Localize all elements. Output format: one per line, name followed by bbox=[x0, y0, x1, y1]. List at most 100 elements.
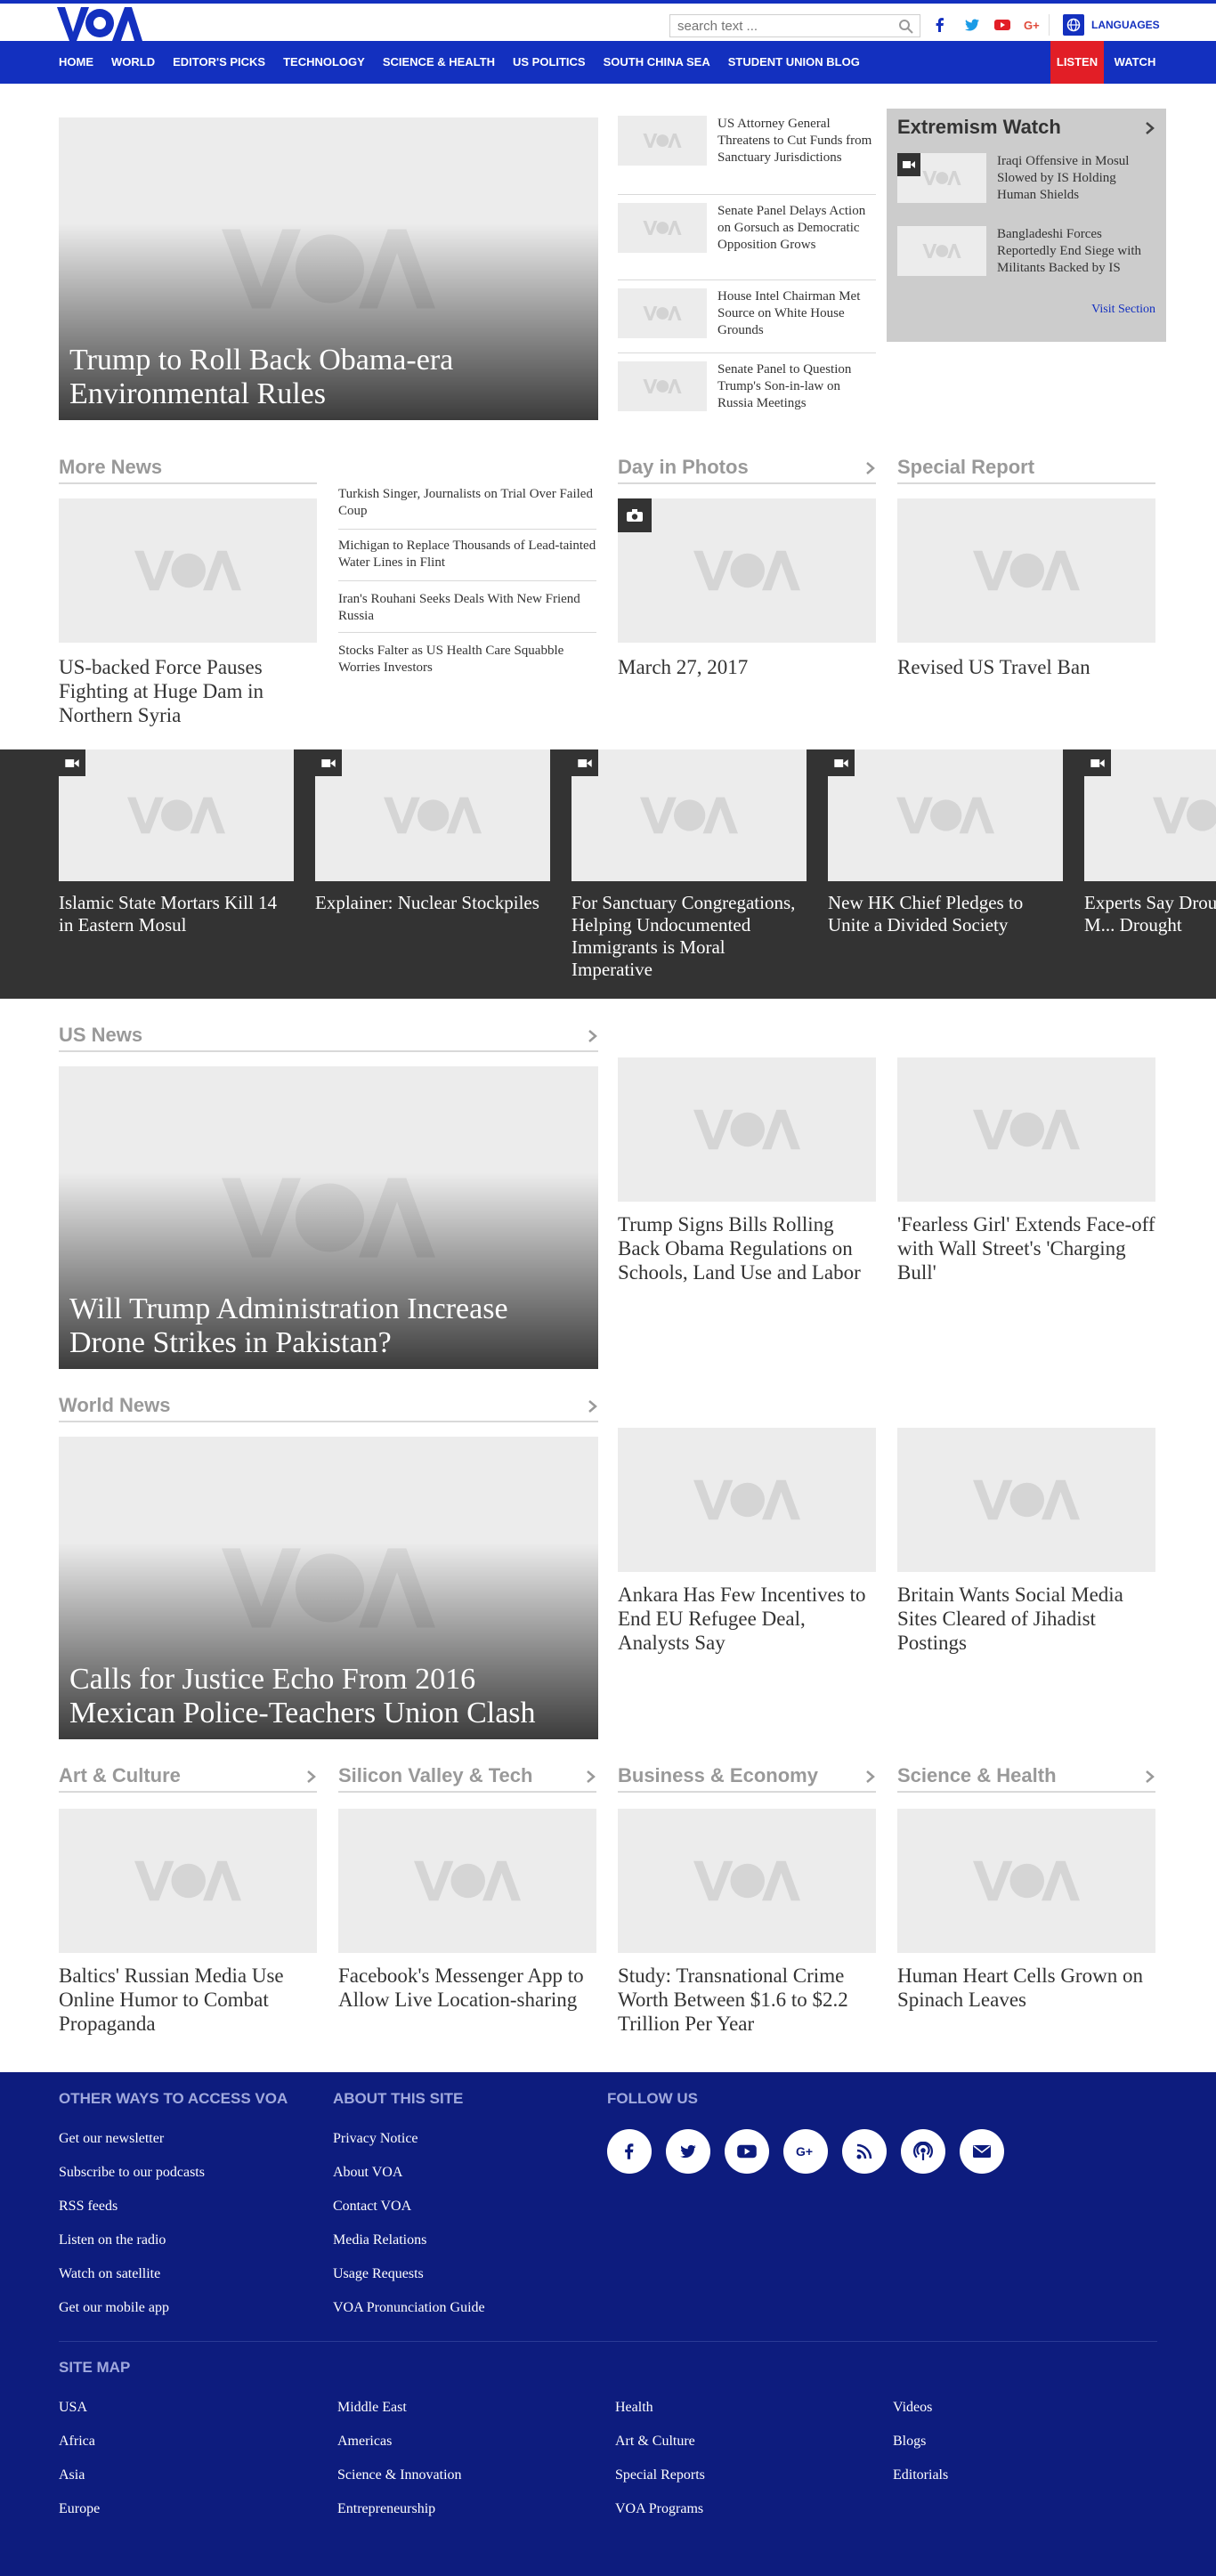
category-headline[interactable]: Study: Transnational Crime Worth Between… bbox=[618, 1964, 876, 2036]
section-title[interactable]: Art & Culture bbox=[59, 1764, 181, 1786]
chevron-right-icon[interactable] bbox=[1145, 121, 1155, 135]
video-headline[interactable]: Experts Say Drought May Be M... Drought bbox=[1084, 892, 1216, 936]
footer-link[interactable]: Get our mobile app bbox=[59, 2300, 169, 2316]
video-card[interactable]: For Sanctuary Congregations, Helping Und… bbox=[572, 749, 807, 981]
hero-story[interactable]: Trump to Roll Back Obama-era Environment… bbox=[59, 117, 598, 420]
footer-link[interactable]: Watch on satellite bbox=[59, 2266, 160, 2282]
visit-section-link[interactable]: Visit Section bbox=[1091, 303, 1155, 317]
sitemap-link[interactable]: Blogs bbox=[893, 2434, 926, 2450]
twitter-icon[interactable] bbox=[666, 2129, 710, 2174]
sitemap-link[interactable]: Europe bbox=[59, 2501, 100, 2517]
facebook-icon[interactable] bbox=[607, 2129, 652, 2174]
day-in-photos-image[interactable] bbox=[618, 498, 876, 643]
podcast-icon[interactable] bbox=[901, 2129, 945, 2174]
chevron-right-icon[interactable] bbox=[865, 1770, 876, 1784]
nav-item-editors-picks[interactable]: EDITOR'S PICKS bbox=[164, 41, 274, 84]
google-plus-icon[interactable]: G+ bbox=[1024, 16, 1042, 34]
sitemap-link[interactable]: Health bbox=[615, 2400, 653, 2416]
hero-title[interactable]: Calls for Justice Echo From 2016 Mexican… bbox=[69, 1663, 588, 1730]
sitemap-link[interactable]: Science & Innovation bbox=[337, 2467, 462, 2483]
category-image[interactable] bbox=[897, 1809, 1155, 1953]
footer-link[interactable]: Media Relations bbox=[333, 2232, 426, 2248]
story-headline[interactable]: US Attorney General Threatens to Cut Fun… bbox=[717, 116, 874, 166]
more-news-link[interactable]: Stocks Falter as US Health Care Squabble… bbox=[338, 643, 596, 676]
story-headline[interactable]: Senate Panel Delays Action on Gorsuch as… bbox=[717, 203, 874, 254]
extremism-story[interactable]: Bangladeshi Forces Reportedly End Siege … bbox=[897, 226, 1161, 279]
youtube-icon[interactable] bbox=[993, 16, 1011, 34]
sitemap-link[interactable]: Africa bbox=[59, 2434, 95, 2450]
languages-button[interactable]: LANGUAGES bbox=[1063, 12, 1160, 37]
youtube-icon[interactable] bbox=[725, 2129, 769, 2174]
category-image[interactable] bbox=[338, 1809, 596, 1953]
chevron-right-icon[interactable] bbox=[588, 1029, 598, 1043]
category-image[interactable] bbox=[618, 1809, 876, 1953]
sitemap-link[interactable]: VOA Programs bbox=[615, 2501, 703, 2517]
section-title[interactable]: Day in Photos bbox=[618, 456, 749, 478]
world-news-hero[interactable]: Calls for Justice Echo From 2016 Mexican… bbox=[59, 1437, 598, 1739]
special-report-caption[interactable]: Revised US Travel Ban bbox=[897, 655, 1155, 679]
footer-link[interactable]: About VOA bbox=[333, 2165, 402, 2181]
section-title[interactable]: Silicon Valley & Tech bbox=[338, 1764, 532, 1786]
sitemap-link[interactable]: USA bbox=[59, 2400, 87, 2416]
us-news-hero[interactable]: Will Trump Administration Increase Drone… bbox=[59, 1066, 598, 1369]
video-headline[interactable]: Explainer: Nuclear Stockpiles bbox=[315, 892, 550, 914]
chevron-right-icon[interactable] bbox=[586, 1770, 596, 1784]
day-in-photos-caption[interactable]: March 27, 2017 bbox=[618, 655, 876, 679]
world-news-card-headline[interactable]: Ankara Has Few Incentives to End EU Refu… bbox=[618, 1583, 876, 1655]
side-story[interactable]: Senate Panel Delays Action on Gorsuch as… bbox=[618, 203, 876, 271]
sitemap-link[interactable]: Middle East bbox=[337, 2400, 407, 2416]
section-title[interactable]: Science & Health bbox=[897, 1764, 1057, 1786]
footer-link[interactable]: Contact VOA bbox=[333, 2199, 411, 2215]
video-card[interactable]: Islamic State Mortars Kill 14 in Eastern… bbox=[59, 749, 294, 936]
nav-item-south-china-sea[interactable]: SOUTH CHINA SEA bbox=[595, 41, 719, 84]
video-card[interactable]: New HK Chief Pledges to Unite a Divided … bbox=[828, 749, 1063, 936]
twitter-icon[interactable] bbox=[963, 16, 981, 34]
video-card[interactable]: Experts Say Drought May Be M... Drought bbox=[1084, 749, 1216, 936]
more-news-link[interactable]: Turkish Singer, Journalists on Trial Ove… bbox=[338, 486, 596, 520]
extremism-story[interactable]: Iraqi Offensive in Mosul Slowed by IS Ho… bbox=[897, 153, 1161, 207]
story-headline[interactable]: Bangladeshi Forces Reportedly End Siege … bbox=[997, 226, 1154, 277]
side-story[interactable]: Senate Panel to Question Trump's Son-in-… bbox=[618, 361, 876, 429]
sitemap-link[interactable]: Art & Culture bbox=[615, 2434, 695, 2450]
video-headline[interactable]: For Sanctuary Congregations, Helping Und… bbox=[572, 892, 807, 981]
email-icon[interactable] bbox=[960, 2129, 1004, 2174]
chevron-right-icon[interactable] bbox=[588, 1399, 598, 1414]
nav-item-home[interactable]: HOME bbox=[50, 41, 102, 84]
section-title[interactable]: World News bbox=[59, 1394, 171, 1416]
section-title[interactable]: US News bbox=[59, 1024, 142, 1046]
more-news-image[interactable] bbox=[59, 498, 317, 643]
sitemap-link[interactable]: Entrepreneurship bbox=[337, 2501, 435, 2517]
section-title[interactable]: Special Report bbox=[897, 456, 1034, 478]
sitemap-link[interactable]: Editorials bbox=[893, 2467, 948, 2483]
hero-title[interactable]: Will Trump Administration Increase Drone… bbox=[69, 1292, 588, 1360]
chevron-right-icon[interactable] bbox=[306, 1770, 317, 1784]
category-image[interactable] bbox=[59, 1809, 317, 1953]
rss-icon[interactable] bbox=[842, 2129, 887, 2174]
extremism-watch-title[interactable]: Extremism Watch bbox=[897, 116, 1061, 139]
voa-logo[interactable] bbox=[53, 5, 142, 43]
us-news-card-image[interactable] bbox=[618, 1057, 876, 1202]
nav-item-student-union-blog[interactable]: STUDENT UNION BLOG bbox=[719, 41, 869, 84]
sitemap-link[interactable]: Americas bbox=[337, 2434, 392, 2450]
more-news-link[interactable]: Iran's Rouhani Seeks Deals With New Frie… bbox=[338, 591, 596, 625]
nav-item-us-politics[interactable]: US POLITICS bbox=[504, 41, 595, 84]
story-headline[interactable]: House Intel Chairman Met Source on White… bbox=[717, 288, 874, 339]
more-news-link[interactable]: Michigan to Replace Thousands of Lead-ta… bbox=[338, 538, 596, 571]
listen-button[interactable]: LISTEN bbox=[1050, 41, 1104, 84]
footer-link[interactable]: Privacy Notice bbox=[333, 2131, 418, 2147]
nav-item-technology[interactable]: TECHNOLOGY bbox=[274, 41, 374, 84]
chevron-right-icon[interactable] bbox=[865, 461, 876, 475]
google-plus-icon[interactable]: G+ bbox=[783, 2129, 828, 2174]
world-news-card-image[interactable] bbox=[897, 1428, 1155, 1572]
story-headline[interactable]: Iraqi Offensive in Mosul Slowed by IS Ho… bbox=[997, 153, 1154, 204]
us-news-card-headline[interactable]: Trump Signs Bills Rolling Back Obama Reg… bbox=[618, 1212, 876, 1284]
search-icon[interactable] bbox=[898, 19, 914, 35]
watch-button[interactable]: WATCH bbox=[1104, 41, 1166, 84]
chevron-right-icon[interactable] bbox=[1145, 1770, 1155, 1784]
sitemap-link[interactable]: Special Reports bbox=[615, 2467, 705, 2483]
nav-item-world[interactable]: WORLD bbox=[102, 41, 164, 84]
category-headline[interactable]: Facebook's Messenger App to Allow Live L… bbox=[338, 1964, 596, 2012]
us-news-card-headline[interactable]: 'Fearless Girl' Extends Face-off with Wa… bbox=[897, 1212, 1155, 1284]
facebook-icon[interactable] bbox=[931, 16, 949, 34]
search-input[interactable] bbox=[670, 15, 884, 36]
